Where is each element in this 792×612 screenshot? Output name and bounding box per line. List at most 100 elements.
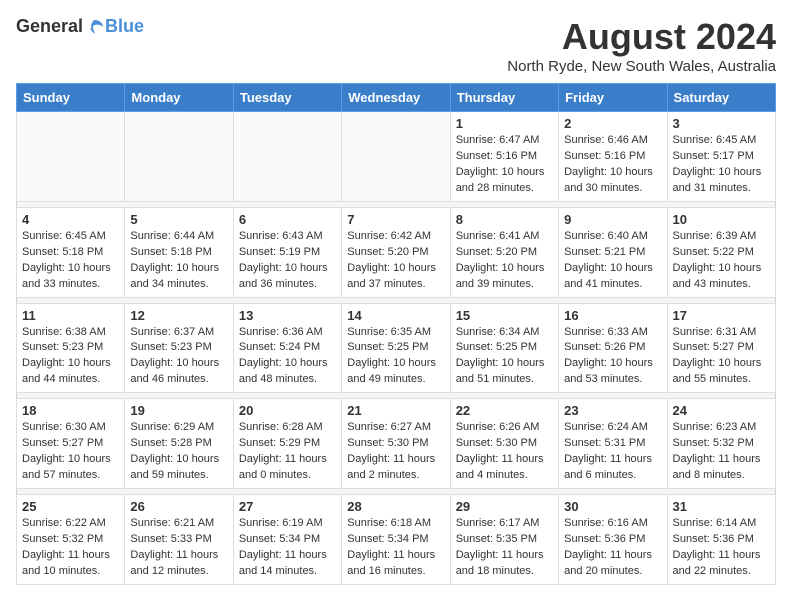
calendar-day-cell: 13 Sunrise: 6:36 AM Sunset: 5:24 PM Dayli… xyxy=(233,303,341,393)
day-info: Sunrise: 6:39 AM Sunset: 5:22 PM Dayligh… xyxy=(673,229,770,293)
calendar-day-cell xyxy=(17,112,125,202)
location-text: North Ryde, New South Wales, Australia xyxy=(507,58,776,75)
day-info: Sunrise: 6:22 AM Sunset: 5:32 PM Dayligh… xyxy=(22,516,119,580)
weekday-header: Sunday xyxy=(17,84,125,112)
day-number: 4 xyxy=(22,212,119,227)
calendar-day-cell: 3Sunrise: 6:45 AM Sunset: 5:17 PM Daylig… xyxy=(667,112,775,202)
calendar-day-cell: 19 Sunrise: 6:29 AM Sunset: 5:28 PM Dayli… xyxy=(125,399,233,489)
calendar-table: SundayMondayTuesdayWednesdayThursdayFrid… xyxy=(16,83,776,585)
calendar-day-cell: 14 Sunrise: 6:35 AM Sunset: 5:25 PM Dayli… xyxy=(342,303,450,393)
calendar-day-cell: 17 Sunrise: 6:31 AM Sunset: 5:27 PM Dayli… xyxy=(667,303,775,393)
day-number: 1 xyxy=(456,116,553,131)
day-info: Sunrise: 6:41 AM Sunset: 5:20 PM Dayligh… xyxy=(456,229,553,293)
calendar-day-cell: 27 Sunrise: 6:19 AM Sunset: 5:34 PM Dayli… xyxy=(233,495,341,585)
logo: General Blue xyxy=(16,16,144,37)
day-number: 23 xyxy=(564,403,661,418)
day-number: 5 xyxy=(130,212,227,227)
calendar-day-cell: 18 Sunrise: 6:30 AM Sunset: 5:27 PM Dayli… xyxy=(17,399,125,489)
calendar-day-cell: 30Sunrise: 6:16 AM Sunset: 5:36 PM Dayli… xyxy=(559,495,667,585)
calendar-day-cell: 21Sunrise: 6:27 AM Sunset: 5:30 PM Dayli… xyxy=(342,399,450,489)
day-number: 28 xyxy=(347,499,444,514)
calendar-day-cell: 15 Sunrise: 6:34 AM Sunset: 5:25 PM Dayli… xyxy=(450,303,558,393)
day-info: Sunrise: 6:44 AM Sunset: 5:18 PM Dayligh… xyxy=(130,229,227,293)
calendar-day-cell: 7 Sunrise: 6:42 AM Sunset: 5:20 PM Daylig… xyxy=(342,207,450,297)
logo-blue-text: Blue xyxy=(105,16,144,37)
day-number: 27 xyxy=(239,499,336,514)
day-info: Sunrise: 6:37 AM Sunset: 5:23 PM Dayligh… xyxy=(130,325,227,389)
day-info: Sunrise: 6:29 AM Sunset: 5:28 PM Dayligh… xyxy=(130,420,227,484)
day-info: Sunrise: 6:18 AM Sunset: 5:34 PM Dayligh… xyxy=(347,516,444,580)
day-number: 2 xyxy=(564,116,661,131)
day-info: Sunrise: 6:21 AM Sunset: 5:33 PM Dayligh… xyxy=(130,516,227,580)
day-info: Sunrise: 6:31 AM Sunset: 5:27 PM Dayligh… xyxy=(673,325,770,389)
calendar-day-cell: 31 Sunrise: 6:14 AM Sunset: 5:36 PM Dayli… xyxy=(667,495,775,585)
day-info: Sunrise: 6:23 AM Sunset: 5:32 PM Dayligh… xyxy=(673,420,770,484)
day-number: 14 xyxy=(347,308,444,323)
calendar-week-row: 4 Sunrise: 6:45 AM Sunset: 5:18 PM Daylig… xyxy=(17,207,776,297)
day-number: 21 xyxy=(347,403,444,418)
day-number: 24 xyxy=(673,403,770,418)
calendar-day-cell: 24 Sunrise: 6:23 AM Sunset: 5:32 PM Dayli… xyxy=(667,399,775,489)
weekday-header: Tuesday xyxy=(233,84,341,112)
day-info: Sunrise: 6:40 AM Sunset: 5:21 PM Dayligh… xyxy=(564,229,661,293)
calendar-day-cell: 10 Sunrise: 6:39 AM Sunset: 5:22 PM Dayli… xyxy=(667,207,775,297)
calendar-day-cell: 9 Sunrise: 6:40 AM Sunset: 5:21 PM Daylig… xyxy=(559,207,667,297)
weekday-header: Monday xyxy=(125,84,233,112)
day-number: 18 xyxy=(22,403,119,418)
calendar-day-cell: 11Sunrise: 6:38 AM Sunset: 5:23 PM Dayli… xyxy=(17,303,125,393)
weekday-header: Friday xyxy=(559,84,667,112)
month-title: August 2024 xyxy=(507,16,776,58)
day-info: Sunrise: 6:35 AM Sunset: 5:25 PM Dayligh… xyxy=(347,325,444,389)
day-info: Sunrise: 6:24 AM Sunset: 5:31 PM Dayligh… xyxy=(564,420,661,484)
day-info: Sunrise: 6:34 AM Sunset: 5:25 PM Dayligh… xyxy=(456,325,553,389)
day-info: Sunrise: 6:33 AM Sunset: 5:26 PM Dayligh… xyxy=(564,325,661,389)
day-info: Sunrise: 6:42 AM Sunset: 5:20 PM Dayligh… xyxy=(347,229,444,293)
day-number: 30 xyxy=(564,499,661,514)
day-number: 8 xyxy=(456,212,553,227)
day-number: 12 xyxy=(130,308,227,323)
calendar-day-cell: 8 Sunrise: 6:41 AM Sunset: 5:20 PM Daylig… xyxy=(450,207,558,297)
day-number: 10 xyxy=(673,212,770,227)
day-number: 29 xyxy=(456,499,553,514)
day-number: 6 xyxy=(239,212,336,227)
calendar-day-cell: 4 Sunrise: 6:45 AM Sunset: 5:18 PM Daylig… xyxy=(17,207,125,297)
day-number: 13 xyxy=(239,308,336,323)
day-info: Sunrise: 6:43 AM Sunset: 5:19 PM Dayligh… xyxy=(239,229,336,293)
day-info: Sunrise: 6:19 AM Sunset: 5:34 PM Dayligh… xyxy=(239,516,336,580)
calendar-day-cell: 20Sunrise: 6:28 AM Sunset: 5:29 PM Dayli… xyxy=(233,399,341,489)
day-number: 22 xyxy=(456,403,553,418)
day-info: Sunrise: 6:17 AM Sunset: 5:35 PM Dayligh… xyxy=(456,516,553,580)
calendar-day-cell: 16 Sunrise: 6:33 AM Sunset: 5:26 PM Dayli… xyxy=(559,303,667,393)
day-number: 17 xyxy=(673,308,770,323)
calendar-day-cell: 26Sunrise: 6:21 AM Sunset: 5:33 PM Dayli… xyxy=(125,495,233,585)
day-info: Sunrise: 6:47 AM Sunset: 5:16 PM Dayligh… xyxy=(456,133,553,197)
calendar-day-cell xyxy=(233,112,341,202)
calendar-day-cell xyxy=(125,112,233,202)
day-number: 9 xyxy=(564,212,661,227)
day-info: Sunrise: 6:38 AM Sunset: 5:23 PM Dayligh… xyxy=(22,325,119,389)
calendar-day-cell xyxy=(342,112,450,202)
day-number: 15 xyxy=(456,308,553,323)
calendar-day-cell: 1 Sunrise: 6:47 AM Sunset: 5:16 PM Daylig… xyxy=(450,112,558,202)
day-number: 25 xyxy=(22,499,119,514)
day-info: Sunrise: 6:45 AM Sunset: 5:17 PM Dayligh… xyxy=(673,133,770,197)
weekday-header: Wednesday xyxy=(342,84,450,112)
title-section: August 2024 North Ryde, New South Wales,… xyxy=(507,16,776,75)
day-number: 31 xyxy=(673,499,770,514)
day-info: Sunrise: 6:45 AM Sunset: 5:18 PM Dayligh… xyxy=(22,229,119,293)
day-number: 7 xyxy=(347,212,444,227)
weekday-header: Thursday xyxy=(450,84,558,112)
day-info: Sunrise: 6:46 AM Sunset: 5:16 PM Dayligh… xyxy=(564,133,661,197)
calendar-day-cell: 23 Sunrise: 6:24 AM Sunset: 5:31 PM Dayli… xyxy=(559,399,667,489)
day-info: Sunrise: 6:30 AM Sunset: 5:27 PM Dayligh… xyxy=(22,420,119,484)
day-info: Sunrise: 6:14 AM Sunset: 5:36 PM Dayligh… xyxy=(673,516,770,580)
calendar-day-cell: 2 Sunrise: 6:46 AM Sunset: 5:16 PM Daylig… xyxy=(559,112,667,202)
page-header: General Blue August 2024 North Ryde, New… xyxy=(16,16,776,75)
day-info: Sunrise: 6:26 AM Sunset: 5:30 PM Dayligh… xyxy=(456,420,553,484)
weekday-header: Saturday xyxy=(667,84,775,112)
logo-general-text: General xyxy=(16,16,83,37)
day-number: 19 xyxy=(130,403,227,418)
calendar-day-cell: 28 Sunrise: 6:18 AM Sunset: 5:34 PM Dayli… xyxy=(342,495,450,585)
day-number: 16 xyxy=(564,308,661,323)
day-info: Sunrise: 6:36 AM Sunset: 5:24 PM Dayligh… xyxy=(239,325,336,389)
